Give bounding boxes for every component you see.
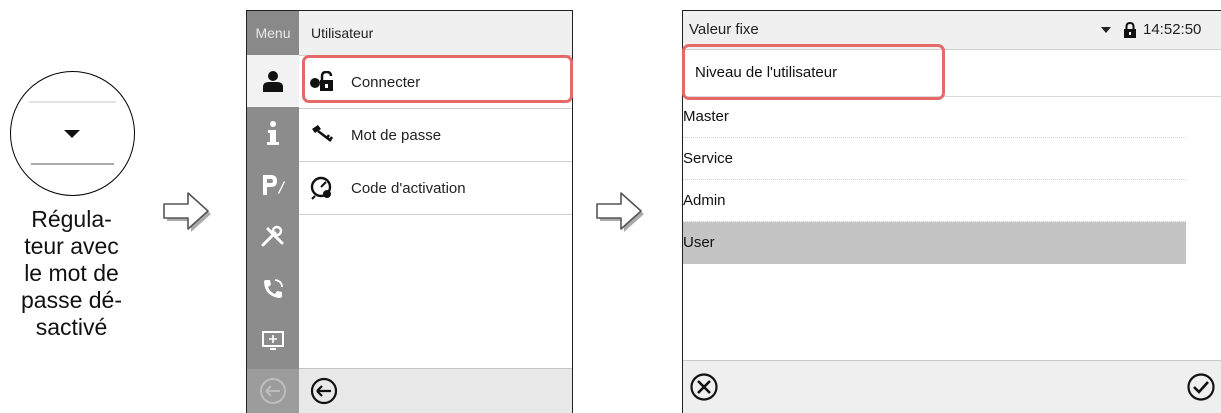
option-service[interactable]: Service bbox=[683, 138, 1186, 180]
option-admin[interactable]: Admin bbox=[683, 180, 1186, 222]
sidebar-item-program[interactable] bbox=[247, 159, 299, 211]
lock-icon bbox=[1124, 22, 1136, 38]
right-arrow-icon bbox=[596, 192, 644, 232]
value-footer bbox=[683, 360, 1221, 413]
caption-line: le mot de bbox=[24, 260, 119, 286]
dropdown-caret-icon bbox=[64, 130, 80, 138]
sidebar-item-info[interactable] bbox=[247, 107, 299, 159]
confirm-icon[interactable] bbox=[1186, 372, 1216, 402]
menu-item-label: Code d'activation bbox=[351, 179, 466, 197]
sidebar-item-display[interactable] bbox=[247, 315, 299, 367]
tools-icon bbox=[261, 225, 284, 247]
program-edit-icon bbox=[263, 175, 285, 195]
caption-line: Régula- bbox=[31, 206, 112, 232]
sidebar-item-tools[interactable] bbox=[247, 211, 299, 263]
service-phone-icon bbox=[264, 279, 283, 298]
highlight-user-level bbox=[682, 44, 945, 100]
activation-code-icon bbox=[310, 176, 332, 200]
sidebar-menu-label: Menu bbox=[247, 11, 299, 55]
dropdown-caret-icon[interactable] bbox=[1101, 27, 1111, 33]
controller-caption: Régula- teur avec le mot de passe dé- sa… bbox=[4, 206, 139, 341]
info-icon bbox=[267, 121, 279, 145]
sidebar-item-user[interactable] bbox=[247, 55, 299, 107]
right-arrow-icon bbox=[163, 192, 211, 232]
user-icon bbox=[263, 71, 283, 92]
sidebar: Menu bbox=[247, 11, 299, 413]
controller-zoom-circle bbox=[10, 71, 135, 196]
cancel-icon[interactable] bbox=[689, 372, 719, 402]
back-icon bbox=[260, 378, 286, 404]
divider-line bbox=[29, 101, 116, 103]
option-user[interactable]: User bbox=[683, 222, 1186, 264]
clock-time: 14:52:50 bbox=[1143, 21, 1202, 38]
caption-line: teur avec bbox=[24, 233, 119, 259]
menu-item-mot-de-passe[interactable]: Mot de passe bbox=[299, 109, 572, 162]
option-master[interactable]: Master bbox=[683, 96, 1186, 138]
menu-header-title: Utilisateur bbox=[299, 11, 572, 56]
back-icon[interactable] bbox=[309, 376, 339, 406]
divider-line bbox=[31, 163, 114, 165]
menu-item-label: Mot de passe bbox=[351, 126, 442, 144]
caption-line: sactivé bbox=[35, 314, 108, 340]
display-settings-icon bbox=[262, 331, 284, 350]
sidebar-back[interactable] bbox=[247, 369, 299, 413]
menu-footer bbox=[299, 368, 572, 413]
sidebar-item-service[interactable] bbox=[247, 263, 299, 315]
highlight-connecter bbox=[302, 55, 573, 103]
menu-item-code-activation[interactable]: Code d'activation bbox=[299, 162, 572, 215]
caption-line: passe dé- bbox=[20, 287, 122, 313]
key-icon bbox=[312, 125, 334, 142]
